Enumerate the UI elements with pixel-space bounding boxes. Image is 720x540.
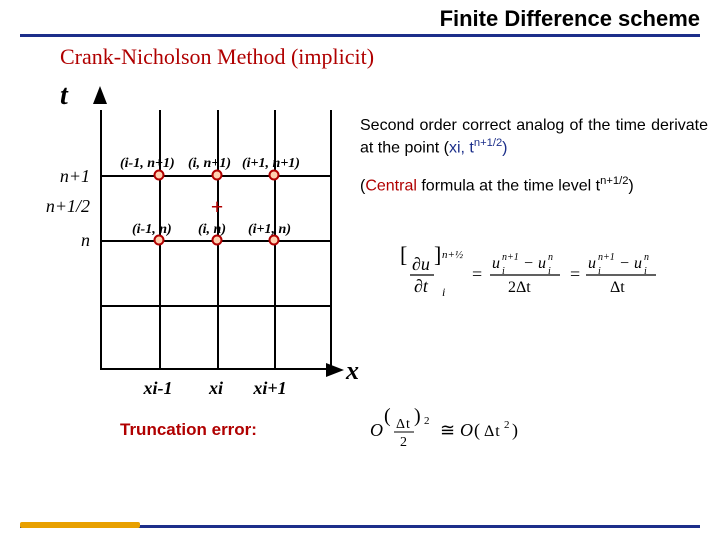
- svg-text:Δt: Δt: [396, 417, 411, 432]
- svg-text:2: 2: [400, 435, 408, 450]
- explain-block: Second order correct analog of the time …: [360, 100, 708, 213]
- node-label: (i-1, n+1): [120, 156, 175, 172]
- svg-text:=: =: [570, 264, 580, 284]
- svg-text:(: (: [384, 408, 392, 427]
- footer-rule-accent: [20, 522, 140, 528]
- svg-text:−: −: [524, 255, 533, 272]
- explain-p2: (Central formula at the time level tn+1/…: [360, 174, 708, 196]
- svg-text:u: u: [538, 255, 546, 272]
- slide-title: Finite Difference scheme: [440, 6, 700, 32]
- explain-p1: Second order correct analog of the time …: [360, 116, 708, 158]
- svg-text:∂u: ∂u: [412, 254, 430, 274]
- node-label: (i, n+1): [188, 156, 231, 172]
- truncation-equation: O ( Δt 2 ) 2 ≅ O ( Δt 2 ): [370, 408, 590, 457]
- axis-tick-x: xi: [186, 378, 246, 399]
- axis-tick-x: xi+1: [240, 378, 300, 399]
- svg-text:n+1: n+1: [502, 252, 519, 263]
- svg-text:): ): [512, 420, 519, 441]
- axis-tick-y: n: [20, 230, 90, 251]
- truncation-label: Truncation error:: [120, 420, 257, 440]
- svg-text:n+1: n+1: [598, 252, 615, 263]
- node-label: (i-1, n): [132, 222, 172, 238]
- svg-text:O: O: [460, 420, 474, 440]
- svg-text:u: u: [588, 255, 596, 272]
- node-label: (i+1, n+1): [242, 156, 300, 172]
- svg-text:2: 2: [504, 419, 511, 431]
- svg-text:[: [: [400, 242, 407, 267]
- axis-arrow-x: [326, 363, 344, 377]
- svg-text:n: n: [644, 252, 649, 263]
- svg-text:≅: ≅: [440, 420, 456, 440]
- gridline-h: [102, 368, 330, 370]
- svg-text:Δt: Δt: [610, 279, 625, 296]
- svg-text:2Δt: 2Δt: [508, 279, 531, 296]
- axis-tick-x: xi-1: [128, 378, 188, 399]
- svg-text:i: i: [442, 285, 445, 299]
- svg-text:n: n: [548, 252, 553, 263]
- svg-text:O: O: [370, 420, 384, 440]
- svg-text:]: ]: [434, 242, 441, 267]
- stencil-center-plus: +: [211, 194, 224, 220]
- svg-text:Δt: Δt: [484, 423, 501, 440]
- subtitle: Crank-Nicholson Method (implicit): [60, 44, 374, 70]
- svg-text:∂t: ∂t: [414, 276, 429, 296]
- axis-tick-y: n+1/2: [20, 196, 90, 217]
- axis-arrow-y: [93, 86, 107, 104]
- central-word: Central: [365, 178, 417, 195]
- gridline-v: [330, 110, 332, 368]
- diagram-stage: t + (i-1, n+1) (i, n+1) (i+1, n+1) (i-1,…: [20, 80, 350, 390]
- svg-text:−: −: [620, 255, 629, 272]
- axis-label-x: x: [346, 356, 359, 386]
- svg-text:u: u: [634, 255, 642, 272]
- svg-text:n+½: n+½: [442, 249, 463, 261]
- time-derivative-equation: [ ∂u ∂t ] n+½ i = u n+1 i − u n i 2Δt = …: [400, 240, 700, 315]
- equation-svg: [ ∂u ∂t ] n+½ i = u n+1 i − u n i 2Δt = …: [400, 240, 700, 310]
- grid: + (i-1, n+1) (i, n+1) (i+1, n+1) (i-1, n…: [100, 110, 330, 370]
- title-rule: [20, 34, 700, 37]
- svg-text:=: =: [472, 264, 482, 284]
- point-xi: xi: [449, 139, 461, 156]
- node-label: (i+1, n): [248, 222, 291, 238]
- node-label: (i, n): [198, 222, 226, 238]
- gridline-h: [102, 305, 330, 307]
- axis-tick-y: n+1: [20, 166, 90, 187]
- svg-text:): ): [414, 408, 422, 427]
- axis-label-t: t: [60, 80, 68, 112]
- svg-text:2: 2: [424, 415, 431, 427]
- svg-text:u: u: [492, 255, 500, 272]
- svg-text:(: (: [474, 420, 481, 441]
